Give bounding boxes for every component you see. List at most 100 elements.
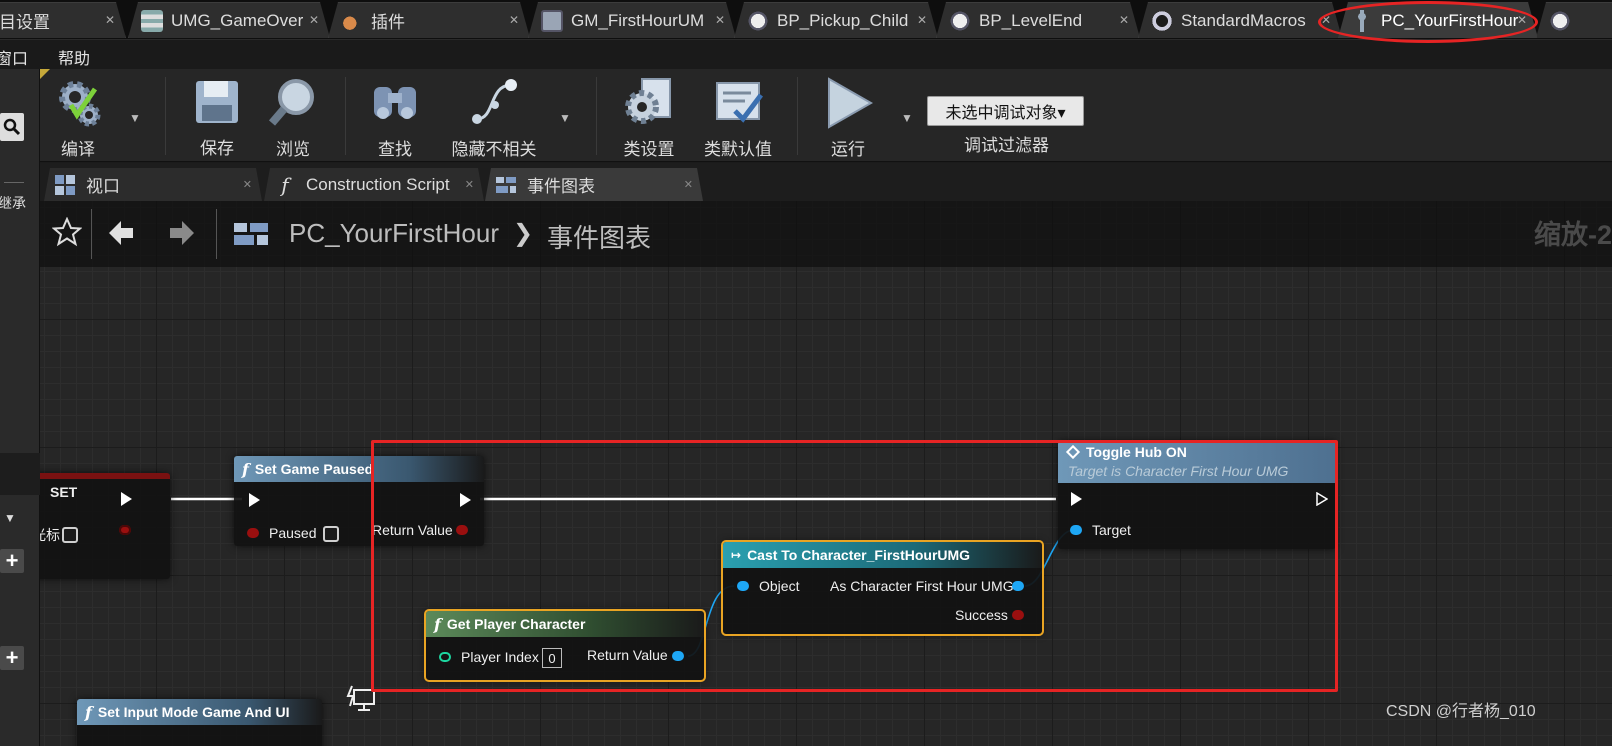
add-button[interactable]: + <box>0 645 24 670</box>
tab-event-graph[interactable]: 事件图表 ✕ <box>485 168 703 201</box>
close-icon[interactable]: ✕ <box>243 178 252 191</box>
cast-to-character-node[interactable]: ↦ Cast To Character_FirstHourUMG Object … <box>721 540 1044 636</box>
event-graph-canvas[interactable]: PC_YourFirstHour ❯ 事件图表 缩放-2 SET 标光标 f S… <box>40 201 1612 746</box>
play-icon <box>821 75 875 129</box>
exec-out-pin[interactable] <box>460 493 471 507</box>
doc-tab-label: StandardMacros <box>1181 10 1306 30</box>
close-icon[interactable]: ✕ <box>1517 13 1527 27</box>
find-button[interactable]: 查找 <box>362 75 428 159</box>
toolbar: 编译 ▼ 保存 浏览 查找 隐藏不相关 ▼ 类设置 类默认值 运行 ▼ 未选中调… <box>40 69 1612 162</box>
binoculars-icon <box>368 75 422 129</box>
toolbar-separator <box>596 77 597 155</box>
save-disk-icon <box>190 75 244 128</box>
node-title: Set Input Mode Game And UI <box>97 704 290 720</box>
menu-window[interactable]: 窗口 <box>0 45 28 69</box>
close-icon[interactable]: ✕ <box>465 178 474 191</box>
toolbar-separator <box>345 77 346 155</box>
chevron-down-icon[interactable]: ▼ <box>4 511 16 525</box>
bool-in-pin[interactable] <box>247 528 259 538</box>
get-player-character-node[interactable]: f Get Player Character Player Index 0 Re… <box>424 609 706 682</box>
close-icon[interactable]: ✕ <box>684 178 693 191</box>
add-button[interactable]: + <box>0 548 24 573</box>
player-index-input[interactable]: 0 <box>542 648 562 668</box>
doc-tab-label: BP_LevelEnd <box>979 10 1083 30</box>
pin-label: Paused <box>269 525 317 541</box>
int-in-pin[interactable] <box>439 652 451 662</box>
hide-unrelated-button[interactable]: 隐藏不相关 <box>445 75 543 159</box>
compile-button[interactable]: 编译 <box>45 75 111 159</box>
exec-in-pin[interactable] <box>1071 492 1082 506</box>
pin-label: Success <box>955 607 1008 623</box>
save-label: 保存 <box>200 139 234 158</box>
set-variable-node[interactable]: SET 标光标 <box>40 473 170 579</box>
object-out-pin[interactable] <box>672 651 684 661</box>
chevron-down-icon[interactable]: ▼ <box>901 111 913 125</box>
object-in-pin[interactable] <box>1070 525 1082 535</box>
browse-button[interactable]: 浏览 <box>260 75 326 159</box>
bool-out-pin[interactable] <box>1012 610 1024 620</box>
doc-tab-project-settings[interactable]: 目设置 ✕ <box>0 2 126 38</box>
bool-out-pin[interactable] <box>456 525 468 535</box>
hide-unrelated-label: 隐藏不相关 <box>451 140 537 159</box>
object-out-pin[interactable] <box>1012 581 1024 591</box>
blueprint-icon <box>949 10 971 32</box>
node-title: Cast To Character_FirstHourUMG <box>747 547 971 563</box>
doc-tab-standard-macros[interactable]: StandardMacros ✕ <box>1138 2 1342 38</box>
doc-tab-umg-gameover[interactable]: UMG_GameOver ✕ <box>128 2 330 38</box>
doc-tab-pc-yourfirsthour[interactable]: PC_YourFirstHour ✕ <box>1338 2 1538 38</box>
pin-label: Target <box>1092 522 1131 538</box>
close-icon[interactable]: ✕ <box>309 13 319 27</box>
bool-out-pin[interactable] <box>119 525 131 535</box>
player-controller-icon <box>1351 10 1373 32</box>
toggle-hub-on-node[interactable]: Toggle Hub ON Target is Character First … <box>1058 441 1336 549</box>
save-button[interactable]: 保存 <box>184 75 250 159</box>
compile-label: 编译 <box>61 140 95 159</box>
checkbox[interactable] <box>62 527 78 543</box>
tab-label: 事件图表 <box>527 177 595 196</box>
close-icon[interactable]: ✕ <box>715 13 725 27</box>
class-settings-button[interactable]: 类设置 <box>616 75 682 159</box>
menu-help[interactable]: 帮助 <box>58 45 90 69</box>
close-icon[interactable]: ✕ <box>509 13 519 27</box>
chevron-down-icon[interactable]: ▼ <box>129 111 141 125</box>
paused-checkbox[interactable] <box>323 526 339 542</box>
close-icon[interactable]: ✕ <box>1119 13 1129 27</box>
doc-tab-plugins[interactable]: 插件 ✕ <box>328 2 530 38</box>
node-title: Set Game Paused <box>254 461 374 477</box>
magnifier-icon <box>266 75 320 129</box>
close-icon[interactable]: ✕ <box>917 13 927 27</box>
event-graph-icon <box>495 174 517 196</box>
chevron-down-icon[interactable]: ▼ <box>559 111 571 125</box>
doc-tab-overflow[interactable] <box>1536 2 1612 38</box>
doc-tab-gm-firsthour[interactable]: GM_FirstHourUM ✕ <box>528 2 736 38</box>
doc-tab-bp-levelend[interactable]: BP_LevelEnd ✕ <box>936 2 1140 38</box>
node-subtitle: Target is Character First Hour UMG <box>1068 463 1289 479</box>
play-button[interactable]: 运行 <box>815 75 881 159</box>
close-icon[interactable]: ✕ <box>1321 13 1331 27</box>
hide-unrelated-nodes-icon <box>467 75 521 129</box>
class-defaults-button[interactable]: 类默认值 <box>698 75 778 159</box>
node-header: Toggle Hub ON Target is Character First … <box>1058 441 1336 483</box>
tab-label: 视口 <box>86 177 120 196</box>
debug-object-select[interactable]: 未选中调试对象▾ <box>927 96 1084 126</box>
search-icon[interactable] <box>0 113 24 141</box>
editor-tab-bar: 视口 ✕ f Construction Script ✕ 事件图表 ✕ <box>40 163 1612 201</box>
pin-label: Player Index <box>461 649 539 665</box>
doc-tab-bp-pickup-child[interactable]: BP_Pickup_Child ✕ <box>734 2 938 38</box>
exec-out-pin[interactable] <box>121 492 132 506</box>
set-game-paused-node[interactable]: f Set Game Paused Paused Return Value <box>234 456 484 546</box>
close-icon[interactable]: ✕ <box>105 13 115 27</box>
class-defaults-icon <box>711 75 765 129</box>
tab-viewport[interactable]: 视口 ✕ <box>44 168 262 201</box>
doc-tab-label: BP_Pickup_Child <box>777 10 909 30</box>
object-in-pin[interactable] <box>737 581 749 591</box>
exec-in-pin[interactable] <box>249 493 260 507</box>
set-input-mode-node[interactable]: f Set Input Mode Game And UI <box>77 699 322 746</box>
node-header: ↦ Cast To Character_FirstHourUMG <box>723 542 1042 568</box>
node-header-bar <box>40 473 170 479</box>
class-settings-icon <box>622 75 676 129</box>
tab-construction-script[interactable]: f Construction Script ✕ <box>264 168 484 201</box>
exec-out-pin[interactable] <box>1316 492 1328 506</box>
doc-tab-label: 插件 <box>371 13 405 32</box>
widget-blueprint-icon <box>141 10 163 32</box>
